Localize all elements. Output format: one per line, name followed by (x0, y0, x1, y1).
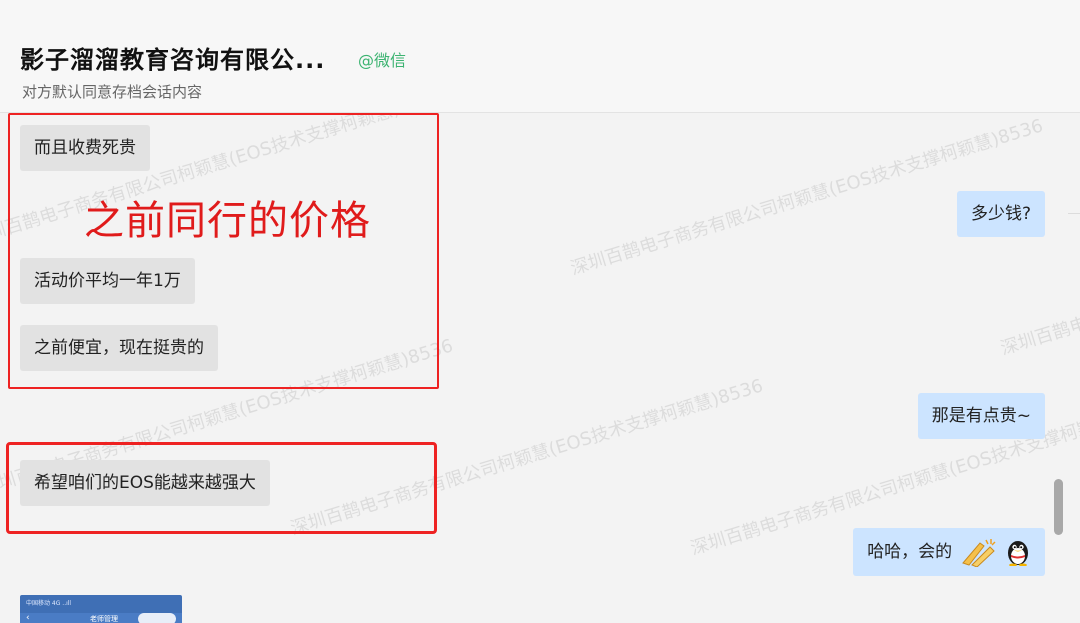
thumbnail-title: 老师管理 (90, 615, 118, 623)
contact-source-tag: @微信 (358, 51, 407, 70)
message-bubble[interactable]: 之前便宜，现在挺贵的 (20, 325, 218, 371)
thumbnail-back-icon: ‹ (26, 613, 30, 623)
image-thumbnail[interactable]: 中国移动 4G ..ıll ‹ 老师管理 (20, 595, 182, 623)
message-bubble[interactable]: 而且收费死贵 (20, 125, 150, 171)
annotation-label: 之前同行的价格 (84, 198, 371, 244)
penguin-emoji (1008, 541, 1028, 566)
message-bubble[interactable]: 那是有点贵~ (917, 393, 1045, 439)
message-bubble[interactable]: 活动价平均一年1万 (20, 258, 195, 304)
message-list[interactable]: 深圳百鹊电子商务有限公司柯颖慧(EOS技术支撑柯颖慧)8536 深圳百鹊电子商务… (0, 113, 1080, 623)
message-bubble[interactable]: 哈哈，会的 (853, 528, 1045, 576)
message-bubble[interactable]: 希望咱们的EOS能越来越强大 (20, 460, 270, 506)
divider (1068, 213, 1080, 214)
thumbnail-status-bar: 中国移动 4G ..ıll (26, 600, 72, 607)
chat-header: 影子溜溜教育咨询有限公... @微信 对方默认同意存档会话内容 (0, 0, 1080, 113)
contact-name[interactable]: 影子溜溜教育咨询有限公... (20, 40, 325, 75)
message-text: 哈哈，会的 (867, 542, 953, 562)
thumbnail-capsule (138, 613, 176, 623)
message-bubble[interactable]: 多少钱? (956, 191, 1045, 237)
scrollbar-thumb[interactable] (1054, 479, 1063, 535)
archive-notice: 对方默认同意存档会话内容 (22, 83, 203, 101)
clap-emoji (961, 539, 996, 567)
